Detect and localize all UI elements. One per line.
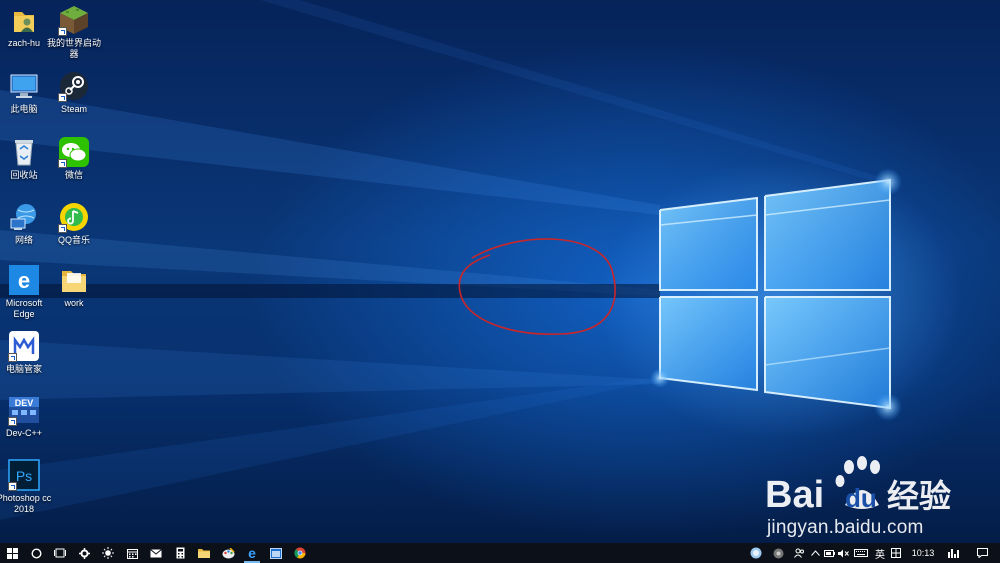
taskbar-settings[interactable] xyxy=(72,543,96,563)
baidu-logo-icon: Bai du 经验 xyxy=(765,456,951,516)
windows-logo-icon xyxy=(6,547,18,559)
taskbar-calculator[interactable] xyxy=(168,543,192,563)
user-folder-icon xyxy=(8,4,40,36)
desktop-icon-label: Photoshop cc 2018 xyxy=(0,493,52,514)
network-globe-icon xyxy=(8,201,40,233)
desktop-icon-label: QQ音乐 xyxy=(57,235,90,245)
minecraft-grass-block-icon xyxy=(58,4,90,36)
steam-icon xyxy=(58,70,90,102)
taskbar: e 英 10:13 xyxy=(0,543,1000,563)
tray-ime-language[interactable]: 英 xyxy=(872,543,888,563)
chevron-up-icon xyxy=(810,550,820,556)
taskbar-chrome[interactable] xyxy=(288,543,312,563)
action-center-button[interactable] xyxy=(964,543,1000,563)
tray-show-hidden-icons[interactable] xyxy=(808,543,822,563)
desktop-icon-work[interactable]: work xyxy=(44,264,104,309)
shortcut-arrow-icon xyxy=(58,27,67,36)
desktop-icon-photoshop[interactable]: Ps Photoshop cc 2018 xyxy=(0,459,54,515)
wechat-icon xyxy=(58,136,90,168)
notification-icon xyxy=(976,548,988,558)
tray-battery[interactable] xyxy=(822,543,836,563)
photoshop-icon: Ps xyxy=(8,459,40,491)
desktop-icon-wechat[interactable]: 微信 xyxy=(44,136,104,181)
mail-icon xyxy=(150,548,162,557)
desktop-icon-label: work xyxy=(64,298,84,308)
battery-icon xyxy=(823,549,835,557)
window-app-icon xyxy=(270,547,282,559)
tray-touch-keyboard[interactable] xyxy=(850,543,872,563)
cortana-circle-icon xyxy=(30,547,42,559)
calculator-icon xyxy=(176,547,184,559)
round-app-icon xyxy=(773,548,783,558)
taskbar-mail[interactable] xyxy=(144,543,168,563)
globe-app-icon xyxy=(750,547,762,559)
desktop-icon-minecraft-launcher[interactable]: 我的世界启动器 xyxy=(44,4,104,60)
tray-clock[interactable]: 10:13 xyxy=(904,543,942,563)
shortcut-arrow-icon xyxy=(8,353,17,362)
shortcut-arrow-icon xyxy=(58,224,67,233)
tray-people[interactable] xyxy=(790,543,808,563)
chrome-icon xyxy=(294,547,306,559)
baidu-jingyan-watermark: Bai du 经验 jingyan.baidu.com xyxy=(765,455,965,540)
taskbar-paint[interactable] xyxy=(216,543,240,563)
shortcut-arrow-icon xyxy=(58,93,67,102)
speaker-muted-icon xyxy=(837,549,849,557)
edge-icon: e xyxy=(248,547,256,559)
qq-music-icon xyxy=(58,201,90,233)
desktop-icon-pc-manager[interactable]: 电脑管家 xyxy=(0,330,54,375)
tray-app-bars[interactable] xyxy=(942,543,964,563)
dev-cpp-icon: DEV xyxy=(8,394,40,426)
shortcut-arrow-icon xyxy=(58,159,67,168)
desktop[interactable]: zach-hu 我的世界启动器 此电脑 Steam 回收站 微信 网络 QQ音乐… xyxy=(0,0,1000,543)
recycle-bin-icon xyxy=(8,136,40,168)
shortcut-arrow-icon xyxy=(8,417,17,426)
desktop-icon-label: Dev-C++ xyxy=(5,428,42,438)
svg-text:经验: 经验 xyxy=(887,477,951,515)
watermark-url: jingyan.baidu.com xyxy=(767,517,924,538)
search-cortana-button[interactable] xyxy=(24,543,48,563)
desktop-icon-label: 我的世界启动器 xyxy=(46,38,101,59)
desktop-icon-qq-music[interactable]: QQ音乐 xyxy=(44,201,104,246)
desktop-icon-label: Steam xyxy=(60,104,87,114)
shortcut-arrow-icon xyxy=(8,482,17,491)
folder-icon xyxy=(58,264,90,296)
ime-grid-icon xyxy=(891,548,901,558)
tray-app-round[interactable] xyxy=(766,543,790,563)
taskbar-app-window[interactable] xyxy=(264,543,288,563)
paint-palette-icon xyxy=(222,547,235,558)
task-view-icon xyxy=(54,548,66,558)
bar-chart-app-icon xyxy=(947,548,959,558)
sun-icon xyxy=(102,547,114,559)
desktop-icon-steam[interactable]: Steam xyxy=(44,70,104,115)
tray-ime-mode[interactable] xyxy=(888,543,904,563)
svg-text:Bai: Bai xyxy=(765,474,824,516)
tray-app-globe[interactable] xyxy=(746,543,766,563)
taskbar-file-explorer[interactable] xyxy=(192,543,216,563)
edge-icon: e xyxy=(8,264,40,296)
svg-text:Ps: Ps xyxy=(16,468,32,484)
computer-monitor-icon xyxy=(8,70,40,102)
start-button[interactable] xyxy=(0,543,24,563)
svg-text:DEV: DEV xyxy=(15,398,34,408)
svg-text:du: du xyxy=(845,483,877,513)
keyboard-icon xyxy=(854,549,868,557)
folder-icon xyxy=(198,549,210,558)
desktop-icon-label: 电脑管家 xyxy=(5,364,42,374)
taskbar-calendar[interactable] xyxy=(120,543,144,563)
task-view-button[interactable] xyxy=(48,543,72,563)
calendar-icon xyxy=(126,548,138,559)
tray-volume[interactable] xyxy=(836,543,850,563)
people-icon xyxy=(793,548,804,558)
svg-text:e: e xyxy=(248,547,256,559)
desktop-icon-dev-cpp[interactable]: DEV Dev-C++ xyxy=(0,394,54,439)
desktop-icon-label: 微信 xyxy=(64,170,83,180)
svg-text:e: e xyxy=(18,268,30,293)
taskbar-edge[interactable]: e xyxy=(240,543,264,563)
pc-manager-icon xyxy=(8,330,40,362)
taskbar-weather[interactable] xyxy=(96,543,120,563)
gear-icon xyxy=(78,547,90,559)
